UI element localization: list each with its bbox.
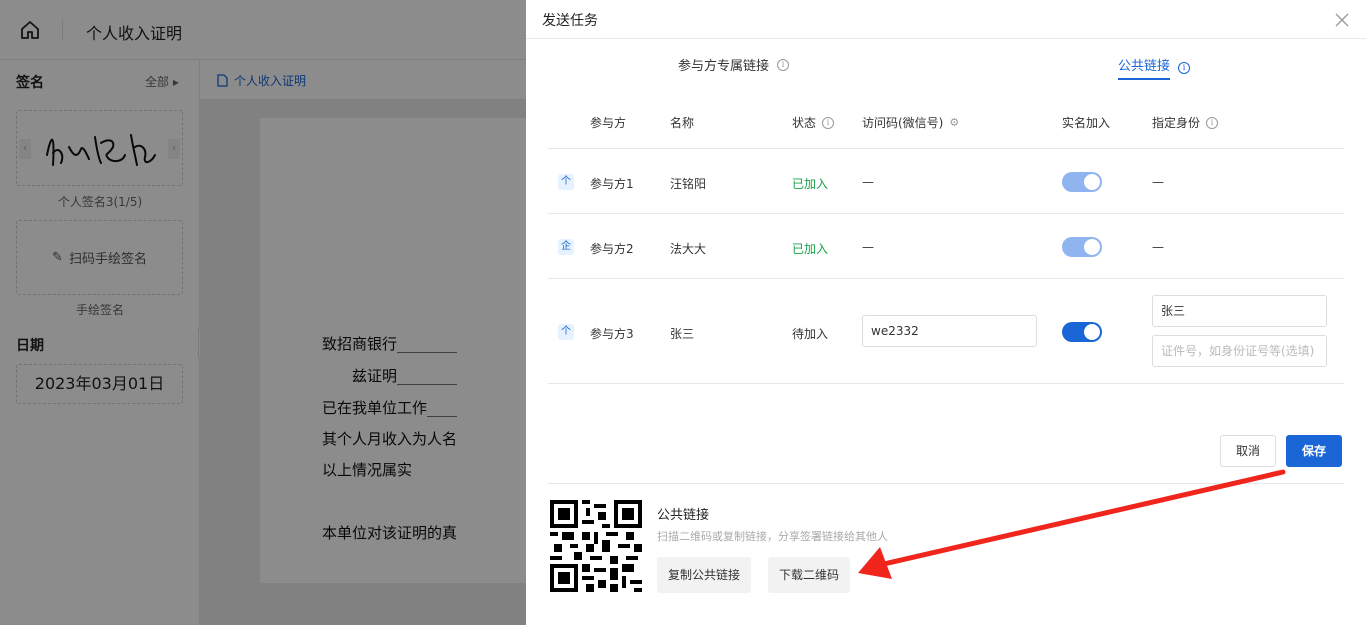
settings-icon[interactable]: ⚙ [949,116,959,129]
divider [548,213,1344,214]
real-name-toggle[interactable] [1062,172,1102,192]
toggle-knob [1084,239,1100,255]
column-header-party: 参与方 [590,116,627,130]
divider [548,148,1344,149]
info-icon[interactable]: i [1178,61,1191,74]
tab-label: 参与方专属链接 [678,59,770,74]
tab-public-link[interactable]: 公共链接 i [1118,55,1191,86]
column-header-real-name: 实名加入 [1062,116,1111,130]
divider [526,38,1366,39]
divider [548,383,1344,384]
tab-label: 公共链接 [1118,55,1171,80]
send-task-drawer: 发送任务 参与方专属链接 i 公共链接 i 参与方 名称 状态 i 访问码(微信… [526,0,1366,625]
qr-code-image [550,500,642,592]
save-button[interactable]: 保存 [1286,435,1342,467]
copy-public-link-button[interactable]: 复制公共链接 [657,557,751,593]
column-header-identity-label: 指定身份 [1152,116,1201,130]
status-cell: 已加入 [792,242,829,256]
identity-cell: — [1152,175,1164,189]
party-cell: 参与方3 [590,327,634,341]
info-icon[interactable]: i [822,116,835,129]
identity-name-input[interactable]: 张三 [1152,295,1327,327]
status-cell: 已加入 [792,177,829,191]
column-header-access-code-label: 访问码(微信号) [862,116,944,130]
name-cell: 汪铭阳 [670,177,707,191]
column-header-status-label: 状态 [792,116,817,130]
public-link-description: 扫描二维码或复制链接，分享签署链接给其他人 [657,530,888,543]
download-qr-code-button[interactable]: 下载二维码 [768,557,850,593]
info-icon[interactable]: i [777,58,790,71]
real-name-toggle[interactable] [1062,237,1102,257]
company-icon: 企 [558,239,574,255]
name-cell: 张三 [670,327,695,341]
status-cell: 待加入 [792,327,829,341]
toggle-knob [1084,324,1100,340]
party-cell: 参与方2 [590,242,634,256]
identity-number-input[interactable]: 证件号，如身份证号等(选填) [1152,335,1327,367]
info-icon[interactable]: i [1206,116,1219,129]
access-code-cell: — [862,175,874,189]
access-code-cell: — [862,240,874,254]
person-icon: 个 [558,324,574,340]
cancel-button[interactable]: 取消 [1220,435,1276,467]
public-link-title: 公共链接 [657,508,710,523]
column-header-identity: 指定身份 i [1152,114,1219,131]
access-code-input[interactable]: we2332 [862,315,1037,347]
real-name-toggle[interactable] [1062,322,1102,342]
name-cell: 法大大 [670,242,707,256]
identity-cell: — [1152,240,1164,254]
close-icon[interactable] [1334,12,1350,28]
toggle-knob [1084,174,1100,190]
party-cell: 参与方1 [590,177,634,191]
column-header-name: 名称 [670,116,695,130]
drawer-title: 发送任务 [542,13,598,29]
tab-exclusive-link[interactable]: 参与方专属链接 i [678,55,790,80]
divider [548,483,1344,484]
person-icon: 个 [558,174,574,190]
column-header-status: 状态 i [792,114,835,131]
divider [548,278,1344,279]
column-header-access-code: 访问码(微信号) ⚙ [862,114,959,131]
